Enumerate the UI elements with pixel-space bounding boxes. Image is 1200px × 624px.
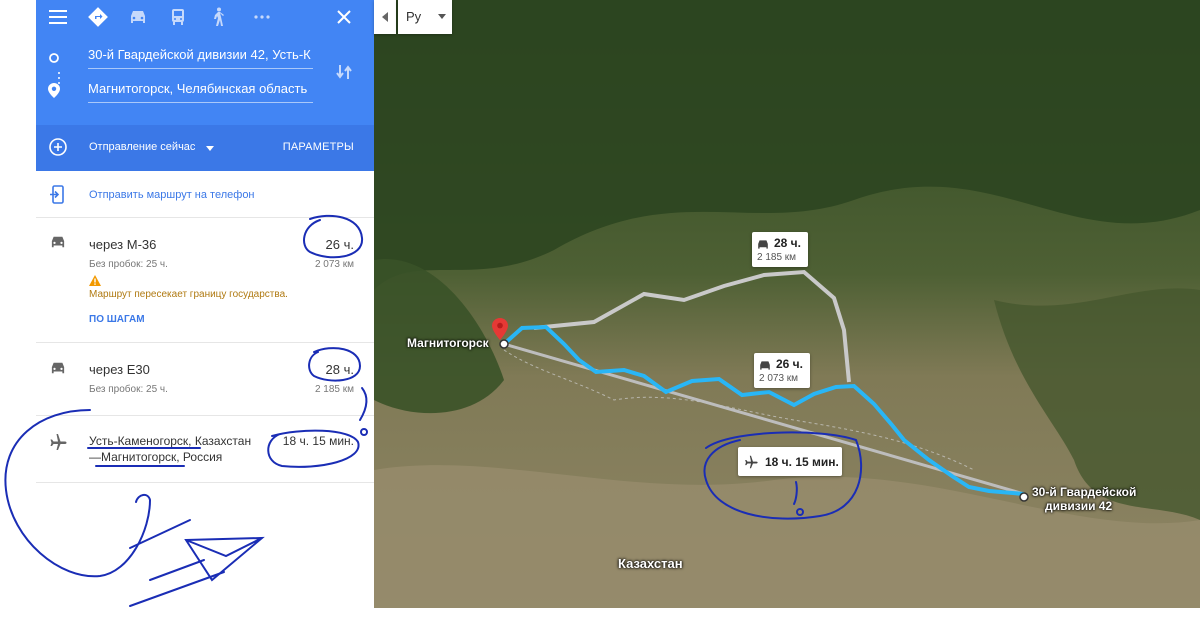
flight-destination: —Магнитогорск, Россия (89, 450, 222, 464)
route-option-m36[interactable]: через М-36 26 ч. Без пробок: 25 ч. 2 073… (36, 219, 374, 343)
language-label: Ру (406, 9, 422, 24)
swap-icon[interactable] (332, 60, 356, 84)
walk-icon[interactable] (204, 3, 232, 31)
send-to-phone-row[interactable]: Отправить маршрут на телефон (36, 172, 374, 218)
departure-options: Отправление сейчас ПАРАМЕТРЫ (36, 125, 374, 171)
alt-route-time: 28 ч. (774, 236, 801, 250)
flight-dash: — (89, 450, 101, 464)
map-label-magnitogorsk: Магнитогорск (407, 336, 489, 350)
screen: 30-й Гвардейской дивизии 42, Усть-К Магн… (0, 0, 1200, 624)
map-label-origin: 30-й Гвардейской (1032, 485, 1137, 499)
route-name: через Е30 (89, 362, 150, 377)
origin-input[interactable]: 30-й Гвардейской дивизии 42, Усть-К (88, 45, 313, 69)
transit-icon[interactable] (164, 3, 192, 31)
flight-origin-city: Усть-Каменогорск (89, 434, 189, 448)
route-option-flight[interactable]: Усть-Каменогорск, Казахстан —Магнитогорс… (36, 417, 374, 483)
route-option-e30[interactable]: через Е30 28 ч. Без пробок: 25 ч. 2 185 … (36, 344, 374, 416)
chevron-down-icon (438, 14, 446, 19)
more-icon[interactable] (248, 3, 276, 31)
send-to-phone-icon (49, 185, 65, 210)
directions-panel: 30-й Гвардейской дивизии 42, Усть-К Магн… (0, 0, 374, 624)
route-name: через М-36 (89, 237, 157, 252)
flight-destination-city: Магнитогорск (101, 450, 177, 464)
chevron-left-icon (382, 12, 388, 22)
car-icon[interactable] (124, 3, 152, 31)
directions-header: 30-й Гвардейской дивизии 42, Усть-К Магн… (36, 0, 374, 125)
collapse-panel-button[interactable] (374, 0, 396, 34)
flight-destination-country: , Россия (176, 450, 223, 464)
map-footer (374, 608, 1200, 624)
origin-circle-icon (48, 51, 60, 69)
flight-duration: 18 ч. 15 мин. (282, 434, 354, 448)
steps-button[interactable]: ПО ШАГАМ (89, 314, 145, 325)
main-route-time: 26 ч. (776, 357, 803, 371)
airplane-icon (744, 455, 758, 474)
destination-dot[interactable] (1019, 492, 1029, 502)
satellite-map[interactable]: Магнитогорск 30-й Гвардейской дивизии 42… (374, 0, 1200, 608)
origin-row: 30-й Гвардейской дивизии 42, Усть-К (36, 42, 336, 72)
origin-dot[interactable] (499, 339, 509, 349)
alt-route-callout[interactable]: 28 ч. 2 185 км (752, 232, 808, 267)
flight-callout[interactable]: 18 ч. 15 мин. (738, 447, 842, 476)
close-icon[interactable] (330, 3, 358, 31)
add-icon[interactable] (48, 137, 68, 162)
car-icon (49, 235, 67, 254)
departure-time-select[interactable]: Отправление сейчас (89, 141, 195, 153)
menu-icon[interactable] (44, 3, 72, 31)
route-no-traffic: Без пробок: 25 ч. (89, 384, 168, 395)
airplane-icon (49, 433, 67, 456)
route-warning: Маршрут пересекает границу государства. (89, 289, 288, 300)
main-route-distance: 2 073 км (759, 373, 799, 384)
destination-row: Магнитогорск, Челябинская область (36, 76, 336, 106)
map-canvas (374, 0, 1200, 608)
car-icon (49, 361, 67, 380)
route-distance: 2 073 км (314, 259, 354, 270)
route-duration: 26 ч. (325, 237, 354, 252)
travel-mode-bar (36, 0, 374, 34)
destination-pin-icon (48, 83, 60, 103)
alt-route-distance: 2 185 км (757, 252, 797, 263)
main-route-callout[interactable]: 26 ч. 2 073 км (754, 353, 810, 388)
destination-input[interactable]: Магнитогорск, Челябинская область (88, 79, 313, 103)
directions-icon[interactable] (84, 3, 112, 31)
parameters-button[interactable]: ПАРАМЕТРЫ (283, 141, 354, 153)
chevron-down-icon[interactable] (206, 146, 214, 151)
route-duration: 28 ч. (325, 362, 354, 377)
route-no-traffic: Без пробок: 25 ч. (89, 259, 168, 270)
route-distance: 2 185 км (314, 384, 354, 395)
map-label-origin-2: дивизии 42 (1045, 499, 1113, 513)
flight-origin: Усть-Каменогорск, Казахстан (89, 434, 251, 448)
language-select[interactable]: Ру (398, 0, 452, 34)
send-to-phone-link[interactable]: Отправить маршрут на телефон (89, 189, 255, 201)
flight-origin-country: , Казахстан (188, 434, 252, 448)
flight-callout-time: 18 ч. 15 мин. (765, 455, 839, 469)
map-label-kazakhstan: Казахстан (618, 556, 683, 571)
